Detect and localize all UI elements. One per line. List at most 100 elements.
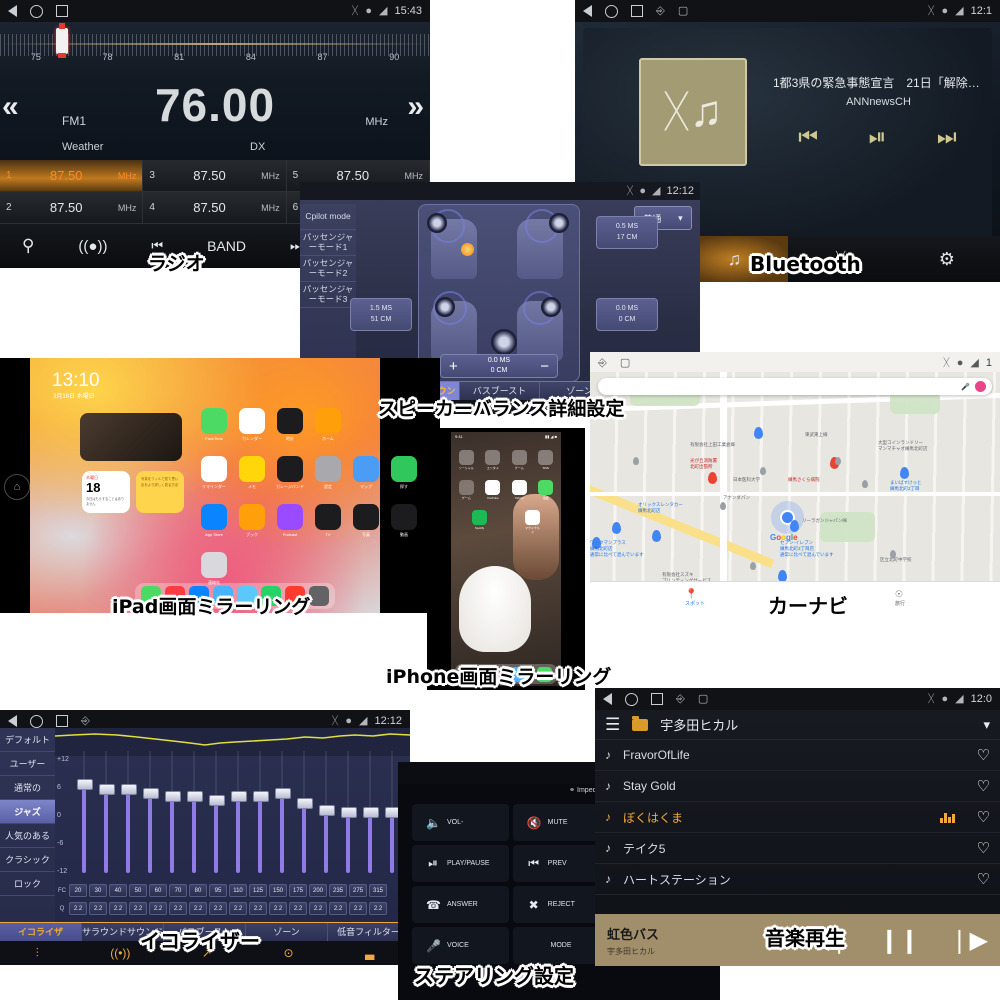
eq-graph[interactable]: +12 6 0 -6 -12 FC 2030405060708095110125…: [55, 728, 410, 923]
favorite-icon[interactable]: ♡: [977, 746, 990, 764]
front-left-delay[interactable]: 1.5 MS 51 CM: [350, 298, 412, 331]
iphone-folder[interactable]: SNS: [537, 450, 554, 470]
music-header[interactable]: ☰ 宇多田ヒカル ▾: [595, 710, 1000, 740]
steering-vol-down-button[interactable]: 🔈VOL-: [412, 804, 509, 841]
preset-button[interactable]: 2 87.50 MHz: [0, 192, 143, 224]
home-icon[interactable]: [605, 5, 618, 18]
fc-cell[interactable]: 20: [69, 884, 87, 897]
slider-knob[interactable]: [165, 791, 181, 802]
q-cell[interactable]: 2.2: [169, 902, 187, 915]
tuning-cursor[interactable]: [56, 28, 68, 54]
subwoofer[interactable]: [491, 329, 517, 355]
spk-mode-item[interactable]: パッセンジャーモード1: [300, 230, 356, 256]
equalizer-icon[interactable]: ⫶: [36, 946, 39, 961]
ipad-media-widget[interactable]: [80, 413, 182, 461]
preset-button[interactable]: 3 87.50 MHz: [143, 160, 286, 192]
fc-cell[interactable]: 200: [309, 884, 327, 897]
q-cell[interactable]: 2.2: [329, 902, 347, 915]
delay-stepper[interactable]: + 0.0 MS 0 CM −: [440, 354, 558, 378]
next-track-icon[interactable]: ⏭: [937, 124, 957, 150]
bt-transport-controls[interactable]: ⏮ ⏯ ⏭: [773, 124, 982, 150]
list-icon[interactable]: ☰: [605, 715, 620, 735]
fc-cell[interactable]: 235: [329, 884, 347, 897]
q-cell[interactable]: 2.2: [309, 902, 327, 915]
fc-cell[interactable]: 40: [109, 884, 127, 897]
rear-right-delay[interactable]: 0.0 MS 0 CM: [596, 298, 658, 331]
map-canvas[interactable]: 東武東上線 有限会社上田工業倉庫 光が丘消防署 北町出張所 練馬さくら病院 大型…: [590, 372, 1000, 582]
fc-cell[interactable]: 175: [289, 884, 307, 897]
ipad-mirroring-panel[interactable]: ⌂ 13:10 3月18日 木曜日 木曜日 18 今日はもうすることはありません…: [0, 358, 440, 613]
iphone-app[interactable]: Spotify: [471, 510, 488, 534]
slider-knob[interactable]: [99, 784, 115, 795]
eq-band-area[interactable]: +12 6 0 -6 -12: [55, 756, 410, 873]
eq-band-slider[interactable]: [231, 751, 245, 873]
q-cell[interactable]: 2.2: [69, 902, 87, 915]
eq-sliders[interactable]: [77, 756, 408, 873]
eq-band-slider[interactable]: [77, 751, 91, 873]
eq-band-slider[interactable]: [99, 751, 113, 873]
fc-cell[interactable]: 275: [349, 884, 367, 897]
recents-icon[interactable]: [56, 715, 68, 727]
fc-cell[interactable]: 150: [269, 884, 287, 897]
back-icon[interactable]: [8, 715, 17, 727]
mic-icon[interactable]: 🎤: [961, 383, 970, 391]
speaker-front-right[interactable]: [549, 213, 569, 233]
ipad-app-icon[interactable]: ガレージバンド: [271, 456, 309, 490]
radio-tuning-scale[interactable]: 75 78 81 84 87 90: [0, 22, 430, 74]
ipad-app-icon[interactable]: マップ: [347, 456, 385, 490]
ipad-screen[interactable]: 13:10 3月18日 木曜日 木曜日 18 今日はもうすることはありません 写…: [30, 358, 380, 613]
radio-scan-icon[interactable]: ((●)): [78, 238, 107, 255]
search-input[interactable]: 🎤: [598, 378, 992, 395]
navi-tab-spot[interactable]: 📍 スポット: [685, 589, 705, 607]
dx-label[interactable]: DX: [250, 141, 265, 153]
eq-preset-item[interactable]: ユーザー: [0, 752, 55, 776]
slider-knob[interactable]: [187, 791, 203, 802]
home-icon[interactable]: [625, 693, 638, 706]
slider-knob[interactable]: [319, 805, 335, 816]
ipad-app-icon[interactable]: リマインダー: [195, 456, 233, 490]
low-filter-icon[interactable]: ▃: [365, 946, 374, 960]
eq-band-slider[interactable]: [341, 751, 355, 873]
map-poi-dot[interactable]: [750, 562, 756, 570]
track-row[interactable]: ♪ FravorOfLife ♡: [595, 740, 1000, 771]
slider-knob[interactable]: [121, 784, 137, 795]
listening-position-marker[interactable]: [461, 243, 474, 256]
iphone-app[interactable]: Yahoo!: [511, 480, 528, 500]
map-poi-dot[interactable]: [835, 457, 841, 465]
ipad-app-icon[interactable]: メモ: [233, 456, 271, 490]
track-row[interactable]: ♪ Stay Gold ♡: [595, 771, 1000, 802]
map-poi-dot[interactable]: [720, 502, 726, 510]
q-cell[interactable]: 2.2: [109, 902, 127, 915]
eq-preset-item[interactable]: デフォルト: [0, 728, 55, 752]
fc-cell[interactable]: 80: [189, 884, 207, 897]
speaker-front-left[interactable]: [427, 213, 447, 233]
slider-knob[interactable]: [297, 798, 313, 809]
speaker-rear-right[interactable]: [541, 297, 561, 317]
spk-mode-item[interactable]: Cpilot mode: [300, 204, 356, 230]
ipad-app-icon[interactable]: カレンダー: [233, 408, 271, 442]
ipad-app-icon[interactable]: ホーム: [309, 408, 347, 442]
surround-icon[interactable]: ((•)): [110, 946, 130, 960]
eq-preset-item[interactable]: 通常の: [0, 776, 55, 800]
next-track-icon[interactable]: ❘▶: [949, 926, 988, 955]
pause-icon[interactable]: ❙❙: [879, 926, 919, 955]
iphone-folder[interactable]: エンタメ: [484, 450, 501, 470]
eq-band-slider[interactable]: [363, 751, 377, 873]
steering-play-pause-button[interactable]: ⏯PLAY/PAUSE: [412, 845, 509, 882]
eq-band-slider[interactable]: [143, 751, 157, 873]
chevron-down-icon[interactable]: ▾: [983, 717, 990, 733]
slider-knob[interactable]: [341, 807, 357, 818]
fc-cell[interactable]: 50: [129, 884, 147, 897]
eq-band-slider[interactable]: [187, 751, 201, 873]
ipad-app-icon[interactable]: 写真: [347, 504, 385, 538]
iphone-app-row-2[interactable]: Spotify マクドナルド: [453, 510, 559, 534]
slider-knob[interactable]: [77, 779, 93, 790]
ipad-app-icon[interactable]: App Store: [195, 504, 233, 538]
q-cell[interactable]: 2.2: [209, 902, 227, 915]
spk-mode-item[interactable]: パッセンジャーモード3: [300, 282, 356, 308]
slider-knob[interactable]: [209, 795, 225, 806]
home-icon[interactable]: ⌂: [4, 474, 30, 500]
eq-preset-item[interactable]: 人気のある: [0, 824, 55, 848]
fc-cell[interactable]: 70: [169, 884, 187, 897]
map-poi-dot[interactable]: [760, 467, 766, 475]
